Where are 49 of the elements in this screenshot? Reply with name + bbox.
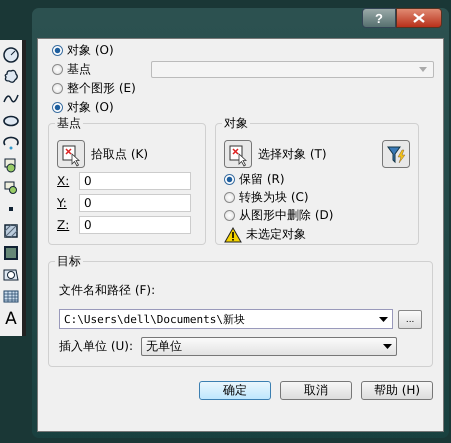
close-button[interactable]	[396, 8, 442, 28]
radio-button[interactable]	[52, 102, 63, 112]
radio-button[interactable]	[52, 44, 63, 56]
radio-label[interactable]: 转换为块 (C)	[239, 188, 309, 206]
cloud-icon[interactable]	[2, 68, 20, 86]
radio-label[interactable]: 从图形中删除 (D)	[239, 206, 334, 224]
group-title: 对象	[222, 115, 250, 132]
coordinate-label: Y:	[57, 196, 68, 210]
caret-icon	[419, 66, 427, 72]
group-title: 基点	[55, 115, 83, 132]
radio-button[interactable]	[224, 210, 235, 220]
caret-icon	[383, 344, 392, 349]
radio-button[interactable]	[52, 64, 63, 74]
coordinate-field[interactable]: 0	[79, 172, 191, 190]
coordinate-field[interactable]: 0	[79, 194, 191, 212]
select-objects-label: 选择对象 (T)	[258, 146, 327, 162]
pick-point-icon[interactable]	[57, 140, 85, 168]
file-path-field[interactable]: C:\Users\dell\Documents\新块	[59, 309, 394, 329]
warning-icon	[224, 226, 242, 242]
warning-text: 未选定对象	[246, 226, 306, 243]
radio-label[interactable]: 保留 (R)	[239, 170, 285, 188]
dialog-button[interactable]: 帮助 (H)	[361, 381, 433, 400]
field-label: 文件名和路径 (F):	[59, 282, 156, 299]
radio-label[interactable]: 整个图形 (E)	[67, 80, 136, 96]
text-tool[interactable]: A	[5, 310, 17, 328]
field-label: 插入单位 (U):	[59, 338, 134, 355]
coordinate-label: X:	[57, 174, 70, 188]
radio-button[interactable]	[224, 174, 235, 184]
unit-dropdown[interactable]: 无单位	[141, 337, 398, 356]
arc-icon[interactable]	[2, 134, 20, 152]
radio-label[interactable]: 基点	[67, 60, 91, 78]
radio-button[interactable]	[52, 82, 63, 94]
dialog-button[interactable]: 取消	[280, 381, 352, 400]
hatch-icon[interactable]	[2, 222, 20, 240]
circle-icon[interactable]	[2, 46, 20, 64]
radio-label[interactable]: 对象 (O)	[67, 98, 114, 116]
coordinate-label: Z:	[57, 218, 70, 232]
caret-icon	[379, 316, 388, 322]
gradient-icon[interactable]	[2, 244, 20, 262]
group-title: 目标	[55, 253, 83, 270]
quick-select-icon[interactable]	[382, 140, 410, 168]
dialog-button[interactable]: 确定	[199, 381, 271, 400]
radio-label[interactable]: 对象 (O)	[67, 42, 114, 58]
radio-button[interactable]	[224, 192, 235, 202]
browse-button[interactable]: ...	[398, 310, 422, 328]
pick-point-label: 拾取点 (K)	[91, 146, 148, 162]
close-icon	[413, 13, 425, 23]
select-objects-icon[interactable]	[224, 140, 252, 168]
coordinate-field[interactable]: 0	[79, 216, 191, 234]
